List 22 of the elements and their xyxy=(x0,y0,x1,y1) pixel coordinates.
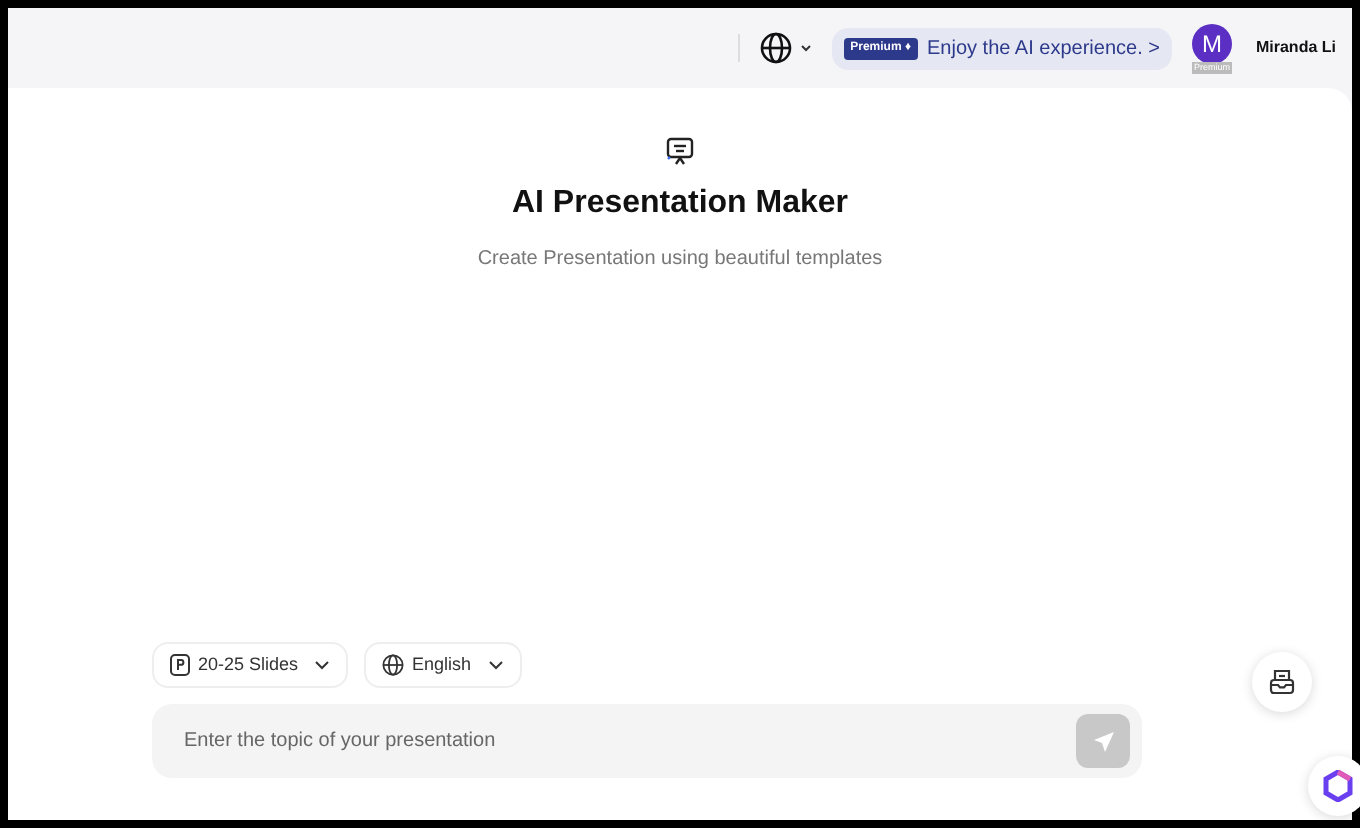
language-button[interactable] xyxy=(760,32,813,64)
chevron-icon xyxy=(314,659,331,670)
caret-icon xyxy=(800,44,813,52)
inbox-button[interactable] xyxy=(1252,652,1312,712)
chevron-icon xyxy=(487,659,504,670)
assistant-button[interactable] xyxy=(1308,756,1360,816)
send-icon xyxy=(1091,729,1115,753)
globe-icon xyxy=(382,653,405,676)
promo-text: Enjoy the AI experience. > xyxy=(927,35,1160,63)
user-avatar[interactable]: M xyxy=(1191,24,1232,64)
inbox-icon xyxy=(1268,668,1296,696)
presentation-icon xyxy=(664,136,696,168)
globe-icon xyxy=(760,32,793,64)
option-dropdown[interactable]: English xyxy=(364,641,522,688)
page-subtitle: Create Presentation using beautiful templates xyxy=(477,246,883,274)
document-icon xyxy=(170,653,190,676)
prompt-field[interactable]: Enter the topic of your presentation xyxy=(152,704,1142,778)
option-dropdown[interactable]: 20-25 Slides xyxy=(152,641,349,688)
hexagon-logo-icon xyxy=(1322,770,1354,802)
topic-input[interactable]: Enter the topic of your presentation xyxy=(180,724,1076,758)
page-title: AI Presentation Maker xyxy=(511,184,849,224)
user-name: Miranda Li xyxy=(1255,36,1336,60)
